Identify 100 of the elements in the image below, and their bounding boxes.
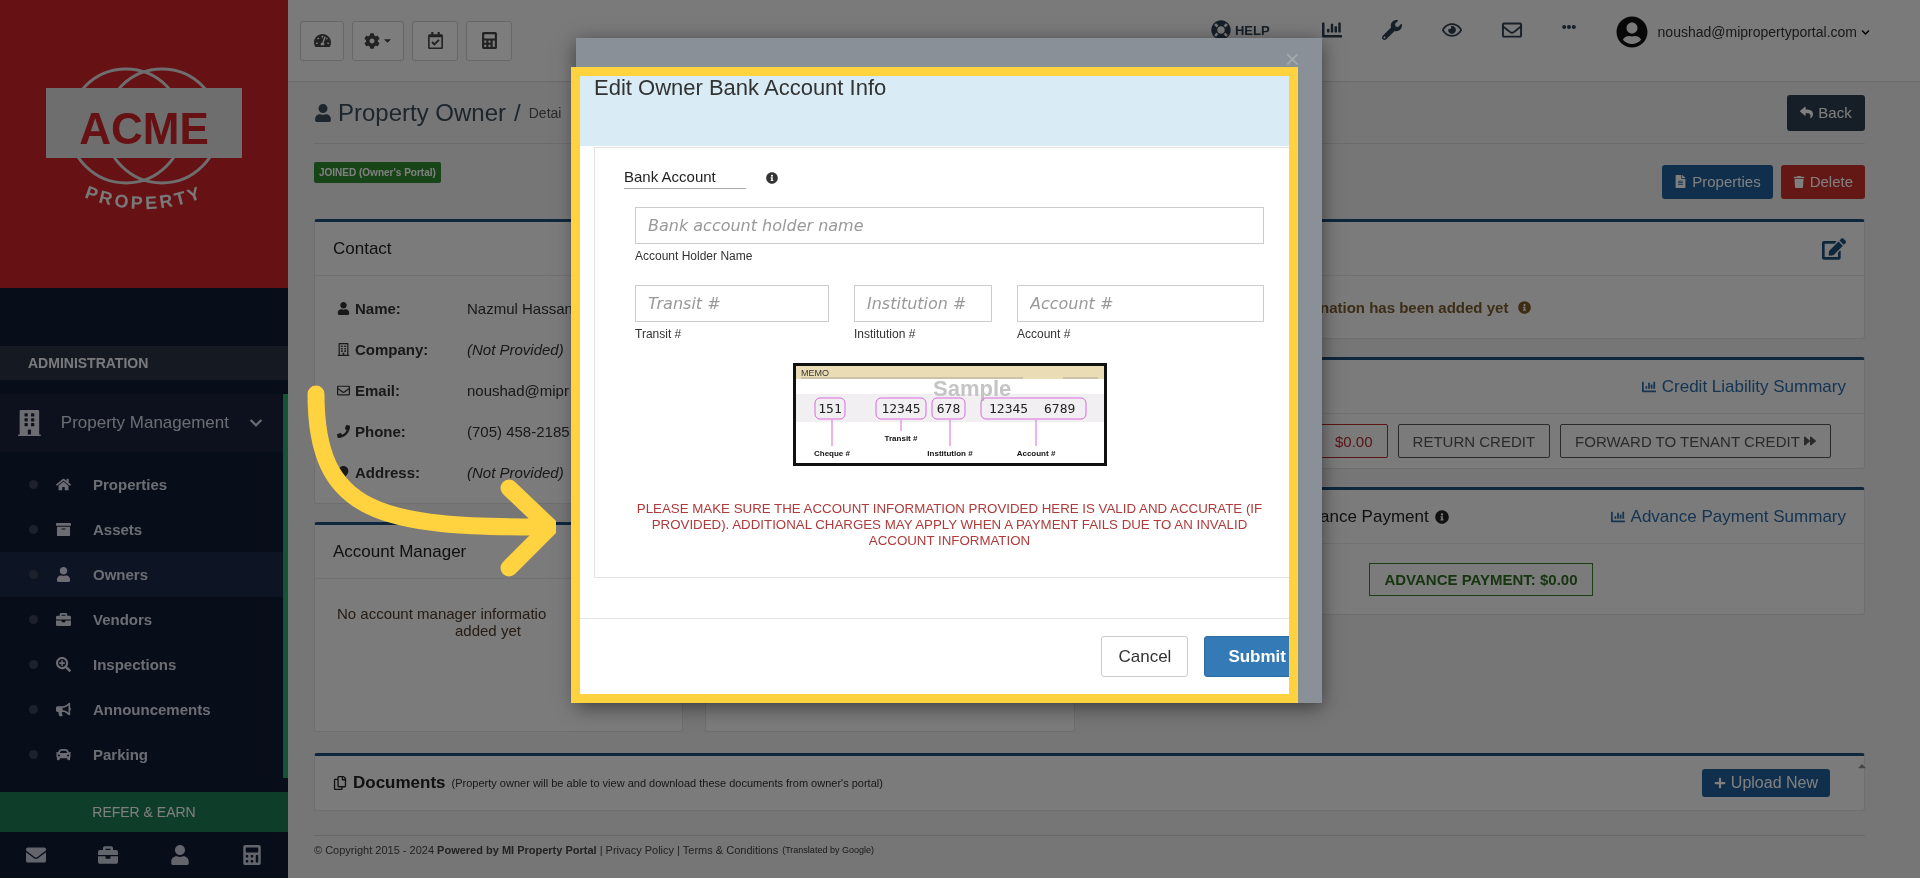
user-icon <box>314 103 332 122</box>
field-value: (Not Provided) <box>467 341 565 358</box>
submit-button[interactable]: Submit <box>1204 636 1289 677</box>
breadcrumb-separator: / <box>514 98 521 127</box>
field-label: Address: <box>355 464 421 481</box>
nav-item[interactable]: Parking <box>0 732 283 777</box>
calendar-icon <box>426 32 444 49</box>
field-caption: Transit # <box>635 327 683 341</box>
micr-number: 151 <box>814 397 845 420</box>
map-marker-icon <box>337 466 350 479</box>
briefcase-icon <box>98 845 118 865</box>
modal-title: Edit Owner Bank Account Info <box>594 76 887 100</box>
edit-icon <box>1822 236 1846 261</box>
gear-icon <box>363 32 380 49</box>
nav-item[interactable]: Assets <box>0 507 283 552</box>
nav-item[interactable]: Announcements <box>0 687 283 732</box>
nav-group[interactable]: Property Management <box>0 394 288 452</box>
micr-number: 12345 6789 <box>980 397 1086 420</box>
summary-link[interactable]: Advance Payment Summary <box>1610 506 1846 527</box>
cheque-label: Transit # <box>884 419 917 443</box>
translate-note: (Translated by Google) <box>782 845 874 855</box>
empty-message: nation has been added yet <box>1320 298 1509 316</box>
delete-button[interactable]: Delete <box>1780 164 1865 199</box>
cheque-label: Cheque # <box>813 419 850 458</box>
field-label: Phone: <box>355 423 406 440</box>
user-icon <box>56 567 71 582</box>
copy-icon <box>333 776 347 790</box>
lifebuoy-icon <box>1210 20 1231 40</box>
nav-item[interactable]: Vendors <box>0 597 283 642</box>
reply-icon <box>1800 106 1814 119</box>
cheque-drawing: MEMO Sample 151 12345 678 12345 6789 Cheque # Transit # Institution # Account # <box>792 363 1107 466</box>
eye-icon <box>1441 20 1462 40</box>
nav-item[interactable]: Properties <box>0 462 283 507</box>
zoom-in-icon <box>56 657 71 672</box>
field-label: Email: <box>355 382 400 399</box>
bar-chart-icon <box>1641 379 1656 394</box>
forward-icon <box>1803 435 1816 447</box>
briefcase-icon <box>56 612 71 627</box>
upload-button[interactable]: Upload New <box>1701 769 1830 797</box>
help-link[interactable]: HELP <box>1210 20 1270 40</box>
info-icon <box>765 171 778 184</box>
caret-icon <box>1861 27 1870 37</box>
cheque-label: Institution # <box>926 419 973 458</box>
field-value: noushad@mipr <box>467 382 570 399</box>
page-title: Property Owner <box>338 98 507 127</box>
building-icon <box>337 343 350 356</box>
archive-icon <box>56 522 71 537</box>
user-menu[interactable]: noushad@mipropertyportal.com <box>1657 24 1857 40</box>
holder-name-input[interactable]: Bank account holder name <box>635 207 1264 244</box>
breadcrumb: Detai <box>528 104 562 121</box>
number-input[interactable]: Institution # <box>854 285 992 322</box>
card-title: Documents <box>353 773 446 793</box>
logo: ACME PROPERTY <box>44 64 244 224</box>
section-label: Bank Account <box>624 166 746 189</box>
back-button[interactable]: Back <box>1787 94 1865 131</box>
section-heading: ADMINISTRATION <box>0 346 288 380</box>
copyright-text: © Copyright 2015 - 2024 Powered by MI Property Portal | Privacy Policy | Terms & Conditions <box>314 844 779 856</box>
calculator-icon <box>480 32 498 49</box>
car-icon <box>56 747 71 762</box>
card-title: Contact <box>333 238 392 259</box>
nav-item[interactable]: Owners <box>0 552 283 597</box>
advance-payment-amount: ADVANCE PAYMENT: $0.00 <box>1369 562 1593 596</box>
number-input[interactable]: Account # <box>1017 285 1264 322</box>
field-label: Company: <box>355 341 429 358</box>
calculator-button[interactable] <box>466 20 512 61</box>
calculator-icon <box>242 845 262 865</box>
dashboard-button[interactable] <box>300 20 344 61</box>
file-icon <box>1674 175 1688 188</box>
empty-message: No account manager informatio <box>337 605 547 622</box>
field-label: Name: <box>355 300 401 317</box>
settings-button[interactable] <box>352 20 404 61</box>
properties-button[interactable]: Properties <box>1662 164 1773 199</box>
envelope-icon <box>337 384 350 397</box>
trash-icon <box>1792 175 1805 188</box>
info-icon <box>1434 509 1449 524</box>
avatar-icon <box>1615 16 1648 48</box>
user-icon <box>170 845 190 865</box>
calendar-button[interactable] <box>412 20 458 61</box>
summary-link[interactable]: Credit Liability Summary <box>1641 376 1846 397</box>
field-caption: Account # <box>1017 327 1072 341</box>
wrench-icon <box>1381 20 1402 40</box>
home-icon <box>56 477 71 492</box>
forward-credit-button[interactable]: FORWARD TO TENANT CREDIT <box>1560 424 1831 458</box>
user-icon <box>337 302 350 315</box>
cancel-button[interactable]: Cancel <box>1101 636 1189 677</box>
return-credit-button[interactable]: RETURN CREDIT <box>1397 424 1551 458</box>
gauge-icon <box>313 32 331 49</box>
building-icon <box>18 410 41 436</box>
refer-earn-button[interactable]: REFER & EARN <box>0 792 288 832</box>
bar-chart-icon <box>1610 509 1625 524</box>
nav-item[interactable]: Inspections <box>0 642 283 687</box>
number-input[interactable]: Transit # <box>635 285 829 322</box>
warning-text: PLEASE MAKE SURE THE ACCOUNT INFORMATION PROVIDED HERE IS VALID AND ACCURATE (IF PROVIDED). ADDITIONAL CHARGES MAY APPLY WHEN A PAYMENT FAILS DUE TO AN INVALID ACCOUNT INFORMATION <box>635 501 1264 549</box>
micr-number: 12345 <box>875 397 926 420</box>
plus-icon <box>1713 777 1726 789</box>
field-value: (705) 458-2185 <box>467 423 571 440</box>
envelope-icon <box>1501 20 1522 40</box>
field-value: (Not Provided) <box>467 464 565 481</box>
status-badge: JOINED (Owner's Portal) <box>314 162 441 183</box>
documents-note: (Property owner will be able to view and download these documents from owner's portal) <box>451 777 883 789</box>
